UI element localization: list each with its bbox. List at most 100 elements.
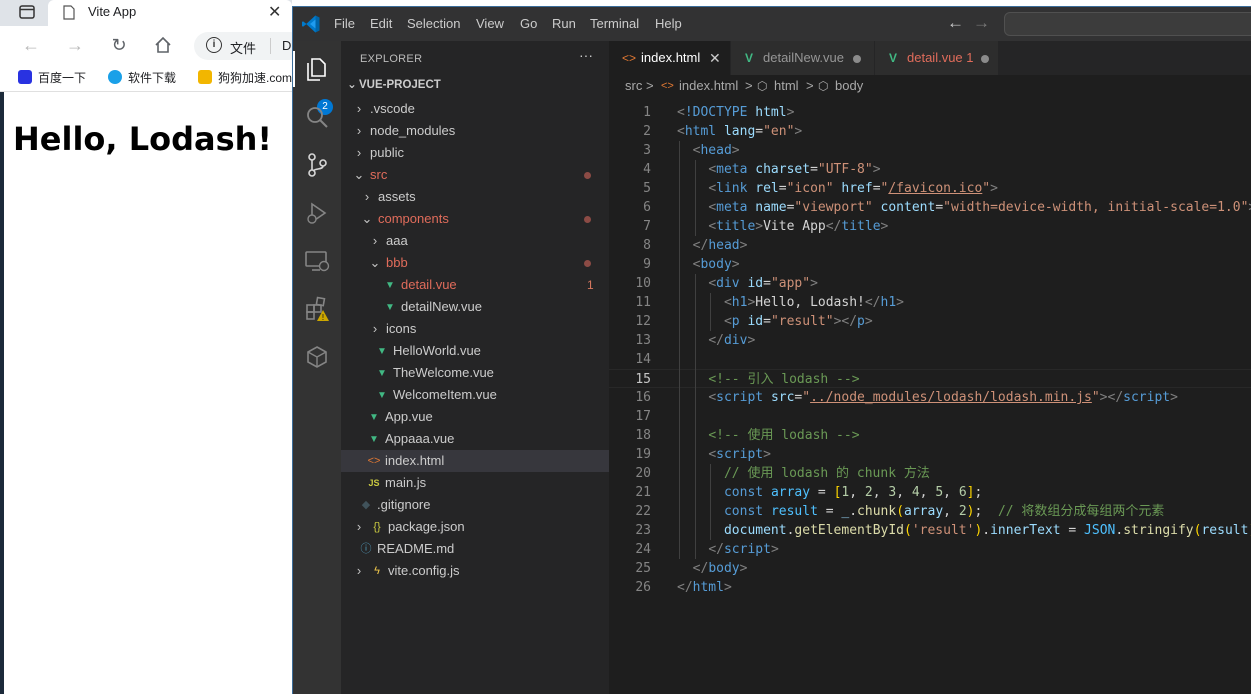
code-line[interactable]: 12 <p id="result"></p>	[609, 312, 1251, 331]
tree-item[interactable]: ▼ Appaaa.vue	[341, 428, 609, 450]
tree-item[interactable]: ⌄ components	[341, 208, 609, 230]
menu-file[interactable]: File	[334, 16, 355, 31]
code-line[interactable]: 24 </script>	[609, 540, 1251, 559]
chevron-down-icon[interactable]: ⌄	[361, 208, 373, 230]
tree-item[interactable]: JS main.js	[341, 472, 609, 494]
chevron-right-icon[interactable]: ›	[361, 186, 373, 208]
tree-item[interactable]: › assets	[341, 186, 609, 208]
chevron-right-icon[interactable]: ›	[353, 516, 365, 538]
breadcrumb-body[interactable]: body	[835, 75, 863, 97]
menu-terminal[interactable]: Terminal	[590, 16, 639, 31]
more-actions-icon[interactable]: ···	[579, 47, 593, 63]
home-icon[interactable]	[152, 34, 174, 56]
code-line[interactable]: 11 <h1>Hello, Lodash!</h1>	[609, 293, 1251, 312]
chevron-right-icon[interactable]: ›	[353, 142, 365, 164]
chevron-right-icon[interactable]: ›	[353, 98, 365, 120]
tab-actions-icon[interactable]	[18, 3, 36, 21]
code-line[interactable]: 1 <!DOCTYPE html>	[609, 103, 1251, 122]
code-line[interactable]: 21 const array = [1, 2, 3, 4, 5, 6];	[609, 483, 1251, 502]
code-line[interactable]: 25 </body>	[609, 559, 1251, 578]
code-line[interactable]: 16 <script src="../node_modules/lodash/l…	[609, 388, 1251, 407]
tree-item[interactable]: › node_modules	[341, 120, 609, 142]
code-line[interactable]: 5 <link rel="icon" href="/favicon.ico">	[609, 179, 1251, 198]
code-line[interactable]: 4 <meta charset="UTF-8">	[609, 160, 1251, 179]
tree-item[interactable]: › .vscode	[341, 98, 609, 120]
chevron-right-icon[interactable]: ›	[369, 230, 381, 252]
remote-explorer-icon[interactable]	[303, 247, 331, 275]
chevron-down-icon[interactable]: ⌄	[353, 164, 365, 186]
code-line[interactable]: 7 <title>Vite App</title>	[609, 217, 1251, 236]
chevron-right-icon[interactable]: ›	[369, 318, 381, 340]
tab-index-html[interactable]: <> index.html ✕	[609, 41, 731, 75]
code-line[interactable]: 17	[609, 407, 1251, 426]
back-arrow-icon[interactable]: ←	[20, 34, 42, 56]
tree-item[interactable]: › icons	[341, 318, 609, 340]
unsaved-dot-icon[interactable]	[853, 55, 861, 63]
refresh-icon[interactable]: ↻	[108, 34, 130, 56]
navigate-back-icon[interactable]: ←	[947, 13, 964, 33]
code-line[interactable]: 6 <meta name="viewport" content="width=d…	[609, 198, 1251, 217]
code-line[interactable]: 13 </div>	[609, 331, 1251, 350]
close-tab-icon[interactable]: ✕	[709, 41, 721, 75]
tree-item[interactable]: ▼ TheWelcome.vue	[341, 362, 609, 384]
info-icon[interactable]: i	[206, 37, 222, 53]
tab-detail-vue[interactable]: V detail.vue 1	[875, 41, 999, 75]
browser-tab-vite-app[interactable]: Vite App ✕	[48, 0, 292, 26]
bookmark-software[interactable]: 软件下载	[108, 69, 176, 87]
bookmark-baidu[interactable]: 百度一下	[18, 69, 86, 87]
forward-arrow-icon[interactable]: →	[64, 34, 86, 56]
code-line[interactable]: 23 document.getElementById('result').inn…	[609, 521, 1251, 540]
tree-item[interactable]: › {} package.json	[341, 516, 609, 538]
extensions-icon[interactable]: !	[303, 295, 331, 323]
explorer-icon[interactable]	[303, 55, 331, 83]
menu-view[interactable]: View	[476, 16, 504, 31]
breadcrumb-html[interactable]: html	[774, 75, 799, 97]
code-editor[interactable]: 1 <!DOCTYPE html> 2 <html lang="en"> 3 <head…	[609, 97, 1251, 694]
tree-item[interactable]: › ϟ vite.config.js	[341, 560, 609, 582]
tree-item[interactable]: ▼ App.vue	[341, 406, 609, 428]
tree-item[interactable]: ◆ .gitignore	[341, 494, 609, 516]
menu-help[interactable]: Help	[655, 16, 682, 31]
bookmark-gougou[interactable]: 狗狗加速.com	[198, 69, 292, 87]
tree-item[interactable]: › public	[341, 142, 609, 164]
unsaved-dot-icon[interactable]	[981, 55, 989, 63]
tree-item[interactable]: ⌄ src	[341, 164, 609, 186]
code-line[interactable]: 14	[609, 350, 1251, 369]
tree-item[interactable]: ⌄ bbb	[341, 252, 609, 274]
menu-selection[interactable]: Selection	[407, 16, 460, 31]
tree-item[interactable]: › aaa	[341, 230, 609, 252]
tree-item[interactable]: ▼ detail.vue 1	[341, 274, 609, 296]
address-bar[interactable]: i 文件 D	[194, 32, 304, 60]
code-line[interactable]: 3 <head>	[609, 141, 1251, 160]
command-center[interactable]	[1004, 12, 1251, 36]
tree-item[interactable]: ▼ WelcomeItem.vue	[341, 384, 609, 406]
source-control-icon[interactable]	[303, 151, 331, 179]
tab-detailnew-vue[interactable]: V detailNew.vue	[731, 41, 875, 75]
chevron-right-icon[interactable]: ›	[353, 560, 365, 582]
menu-edit[interactable]: Edit	[370, 16, 392, 31]
code-line[interactable]: 26 </html>	[609, 578, 1251, 597]
tree-item[interactable]: <> index.html	[341, 450, 609, 472]
run-debug-icon[interactable]	[303, 199, 331, 227]
code-line[interactable]: 2 <html lang="en">	[609, 122, 1251, 141]
code-line[interactable]: 10 <div id="app">	[609, 274, 1251, 293]
tree-item[interactable]: ▼ detailNew.vue	[341, 296, 609, 318]
chevron-right-icon[interactable]: ›	[353, 120, 365, 142]
project-root[interactable]: ⌄ VUE-PROJECT	[345, 77, 441, 91]
package-icon[interactable]	[303, 343, 331, 371]
code-line[interactable]: 15 <!-- 引入 lodash -->	[609, 369, 1251, 388]
breadcrumb-index-html[interactable]: index.html	[679, 75, 738, 97]
code-line[interactable]: 8 </head>	[609, 236, 1251, 255]
menu-go[interactable]: Go	[520, 16, 537, 31]
breadcrumb-src[interactable]: src	[625, 75, 642, 97]
menu-run[interactable]: Run	[552, 16, 576, 31]
tree-item[interactable]: ⓘ README.md	[341, 538, 609, 560]
close-tab-icon[interactable]: ✕	[268, 2, 281, 22]
code-line[interactable]: 19 <script>	[609, 445, 1251, 464]
tree-item[interactable]: ▼ HelloWorld.vue	[341, 340, 609, 362]
navigate-forward-icon[interactable]: →	[973, 13, 990, 33]
code-line[interactable]: 18 <!-- 使用 lodash -->	[609, 426, 1251, 445]
chevron-down-icon[interactable]: ⌄	[369, 252, 381, 274]
code-line[interactable]: 9 <body>	[609, 255, 1251, 274]
code-line[interactable]: 22 const result = _.chunk(array, 2); // …	[609, 502, 1251, 521]
